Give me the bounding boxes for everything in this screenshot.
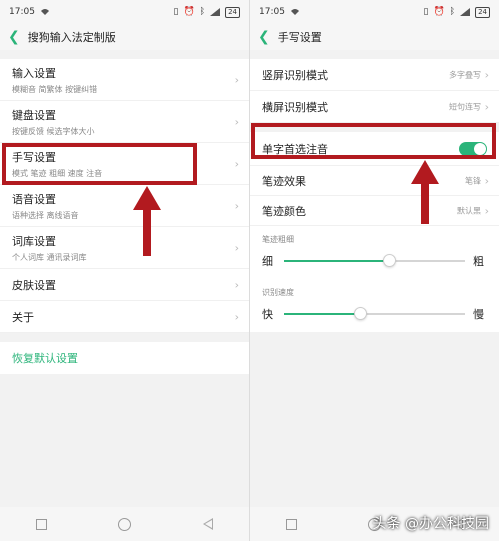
chevron-right-icon: › (234, 241, 239, 254)
row-label: 笔迹效果 (262, 174, 306, 188)
handwriting-settings-list: 竖屏识别模式 多字叠写 › 横屏识别模式 短句连写 › (250, 59, 499, 123)
slider-thumb[interactable] (354, 307, 368, 320)
stroke-effect-row[interactable]: 笔迹效果 笔锋 › (250, 166, 499, 196)
nav-bar (0, 507, 249, 541)
chevron-right-icon: › (484, 100, 489, 113)
header: ❮ 手写设置 (250, 24, 499, 50)
slider-fill (284, 313, 361, 315)
menu-item-keyboard-settings[interactable]: 键盘设置按键反馈 候选字体大小 › (0, 101, 249, 143)
back-triangle-icon[interactable] (203, 518, 214, 530)
battery-indicator: 24 (475, 6, 490, 18)
chevron-right-icon: › (484, 68, 489, 81)
slider-max-label: 慢 (473, 308, 484, 321)
signal-icon (210, 8, 221, 16)
stroke-width-slider[interactable]: 细 粗 (250, 249, 499, 279)
item-subtitle: 个人词库 通讯录词库 (12, 252, 87, 262)
menu-item-input-settings[interactable]: 输入设置模糊音 简繁体 按键纠错 › (0, 59, 249, 101)
left-screen: 17:05 ▯ ⏰ ᛒ 24 ❮ 搜狗输入法定制版 输入设置模糊音 简繁体 按键… (0, 0, 249, 541)
menu-item-skin-settings[interactable]: 皮肤设置 › (0, 269, 249, 301)
wifi-icon (40, 8, 50, 16)
row-value: 默认黑 (457, 206, 481, 215)
row-value: 短句连写 (449, 102, 481, 111)
header: ❮ 搜狗输入法定制版 (0, 24, 249, 50)
portrait-recognition-mode[interactable]: 竖屏识别模式 多字叠写 › (250, 59, 499, 91)
page-title: 搜狗输入法定制版 (27, 31, 116, 44)
status-time: 17:05 (259, 7, 285, 17)
status-bar: 17:05 ▯ ⏰ ᛒ 24 (0, 0, 249, 24)
item-subtitle: 语种选择 离线语音 (12, 210, 79, 220)
status-time: 17:05 (9, 7, 35, 17)
vibrate-icon: ▯ (423, 7, 429, 17)
stroke-color-row[interactable]: 笔迹颜色 默认黑 › (250, 196, 499, 226)
slider-max-label: 粗 (473, 255, 484, 268)
item-subtitle: 按键反馈 候选字体大小 (12, 126, 95, 136)
menu-item-dictionary-settings[interactable]: 词库设置个人词库 通讯录词库 › (0, 227, 249, 269)
bluetooth-icon: ᛒ (449, 7, 456, 17)
item-label: 关于 (12, 310, 34, 324)
item-label: 输入设置 (12, 66, 56, 80)
right-screen: 17:05 ▯ ⏰ ᛒ 24 ❮ 手写设置 竖屏识别模式 多字叠写 › 横屏识别… (250, 0, 499, 541)
highlight-box-handwriting (2, 143, 197, 185)
item-subtitle: 模糊音 简繁体 按键纠错 (12, 84, 98, 94)
speed-label: 识别速度 (250, 279, 499, 302)
restore-defaults-button[interactable]: 恢复默认设置 (0, 342, 249, 374)
home-icon[interactable] (118, 517, 132, 531)
chevron-right-icon: › (234, 73, 239, 86)
item-label: 语音设置 (12, 192, 56, 206)
row-value: 笔锋 (465, 176, 481, 185)
slider-track[interactable] (284, 254, 465, 267)
recent-apps-icon[interactable] (285, 518, 297, 530)
pinyin-toggle-group: 单字首选注音 笔迹效果 笔锋 › 笔迹颜色 默认黑 › 笔迹粗细 细 粗 识别速… (250, 132, 499, 332)
item-label: 键盘设置 (12, 108, 56, 122)
speed-slider[interactable]: 快 慢 (250, 302, 499, 332)
stroke-width-label: 笔迹粗细 (250, 226, 499, 249)
watermark-text: 头条 @办公科技园 (372, 516, 489, 532)
arrow-up-icon (133, 186, 161, 256)
bluetooth-icon: ᛒ (199, 7, 206, 17)
row-label: 笔迹颜色 (262, 204, 306, 218)
wifi-icon (290, 8, 300, 16)
alarm-icon: ⏰ (183, 7, 195, 17)
item-label: 词库设置 (12, 234, 56, 248)
chevron-right-icon: › (234, 278, 239, 291)
row-label: 竖屏识别模式 (262, 68, 328, 82)
settings-list: 输入设置 模糊音 简繁体 按键纠错 › 键盘设置 按键反馈 候选字体大小 › 手写设… (0, 59, 249, 333)
slider-track[interactable] (284, 307, 465, 320)
menu-item-about[interactable]: 关于 › (0, 301, 249, 333)
chevron-right-icon: › (234, 199, 239, 212)
menu-item-voice-settings[interactable]: 语音设置语种选择 离线语音 › (0, 185, 249, 227)
chevron-right-icon: › (484, 204, 489, 217)
alarm-icon: ⏰ (433, 7, 445, 17)
arrow-up-icon (411, 160, 439, 224)
chevron-right-icon: › (234, 157, 239, 170)
landscape-recognition-mode[interactable]: 横屏识别模式 短句连写 › (250, 91, 499, 123)
back-arrow-icon[interactable]: ❮ (8, 29, 20, 45)
chevron-right-icon: › (234, 310, 239, 323)
row-value: 多字叠写 (449, 70, 481, 79)
vibrate-icon: ▯ (173, 7, 179, 17)
watermark: 头条 @办公科技园 (373, 513, 489, 533)
page-title: 手写设置 (277, 31, 322, 44)
recent-apps-icon[interactable] (35, 518, 47, 530)
back-arrow-icon[interactable]: ❮ (258, 29, 270, 45)
row-label: 横屏识别模式 (262, 100, 328, 114)
slider-min-label: 快 (262, 308, 273, 321)
chevron-right-icon: › (484, 174, 489, 187)
highlight-box-pinyin (251, 123, 496, 159)
chevron-right-icon: › (234, 115, 239, 128)
slider-min-label: 细 (262, 255, 273, 268)
item-label: 皮肤设置 (12, 278, 56, 292)
battery-indicator: 24 (225, 6, 240, 18)
slider-fill (284, 260, 389, 262)
status-bar: 17:05 ▯ ⏰ ᛒ 24 (250, 0, 499, 24)
slider-thumb[interactable] (382, 254, 396, 267)
signal-icon (460, 8, 471, 16)
